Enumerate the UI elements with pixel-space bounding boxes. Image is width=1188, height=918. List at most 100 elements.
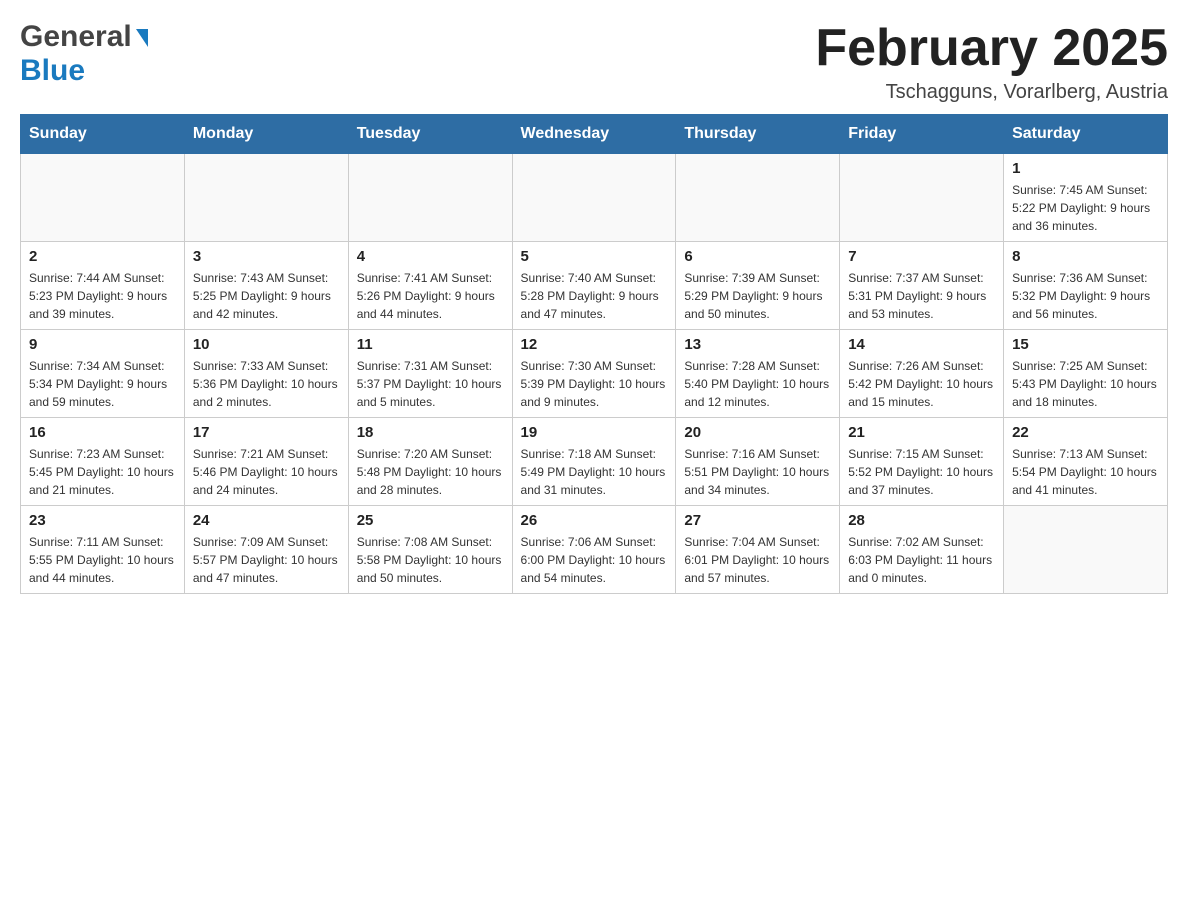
day-info: Sunrise: 7:26 AM Sunset: 5:42 PM Dayligh… [848, 357, 995, 411]
day-number: 28 [848, 512, 995, 529]
day-number: 16 [29, 424, 176, 441]
day-info: Sunrise: 7:43 AM Sunset: 5:25 PM Dayligh… [193, 269, 340, 323]
day-info: Sunrise: 7:23 AM Sunset: 5:45 PM Dayligh… [29, 445, 176, 499]
day-info: Sunrise: 7:36 AM Sunset: 5:32 PM Dayligh… [1012, 269, 1159, 323]
day-number: 22 [1012, 424, 1159, 441]
calendar-day-cell [676, 154, 840, 242]
calendar-day-cell [184, 154, 348, 242]
calendar-week-row: 1 Sunrise: 7:45 AM Sunset: 5:22 PM Daylig… [21, 154, 1168, 242]
day-number: 20 [684, 424, 831, 441]
day-of-week-header: Sunday [21, 115, 185, 154]
day-number: 3 [193, 248, 340, 265]
day-number: 19 [521, 424, 668, 441]
day-info: Sunrise: 7:44 AM Sunset: 5:23 PM Dayligh… [29, 269, 176, 323]
title-block: February 2025 Tschagguns, Vorarlberg, Au… [815, 20, 1168, 104]
day-number: 7 [848, 248, 995, 265]
day-number: 6 [684, 248, 831, 265]
day-info: Sunrise: 7:31 AM Sunset: 5:37 PM Dayligh… [357, 357, 504, 411]
calendar-day-cell: 19 Sunrise: 7:18 AM Sunset: 5:49 PM Dayli… [512, 418, 676, 506]
calendar-title: February 2025 [815, 20, 1168, 77]
calendar-day-cell: 16 Sunrise: 7:23 AM Sunset: 5:45 PM Dayli… [21, 418, 185, 506]
day-info: Sunrise: 7:33 AM Sunset: 5:36 PM Dayligh… [193, 357, 340, 411]
calendar-day-cell [840, 154, 1004, 242]
day-number: 17 [193, 424, 340, 441]
calendar-day-cell [21, 154, 185, 242]
calendar-header: SundayMondayTuesdayWednesdayThursdayFrid… [21, 115, 1168, 154]
day-of-week-header: Tuesday [348, 115, 512, 154]
calendar-day-cell: 15Sunrise: 7:25 AM Sunset: 5:43 PM Dayli… [1004, 330, 1168, 418]
calendar-week-row: 16 Sunrise: 7:23 AM Sunset: 5:45 PM Dayli… [21, 418, 1168, 506]
day-info: Sunrise: 7:08 AM Sunset: 5:58 PM Dayligh… [357, 533, 504, 587]
calendar-day-cell: 20 Sunrise: 7:16 AM Sunset: 5:51 PM Dayli… [676, 418, 840, 506]
day-info: Sunrise: 7:34 AM Sunset: 5:34 PM Dayligh… [29, 357, 176, 411]
calendar-day-cell: 12Sunrise: 7:30 AM Sunset: 5:39 PM Dayli… [512, 330, 676, 418]
calendar-day-cell: 13 Sunrise: 7:28 AM Sunset: 5:40 PM Dayli… [676, 330, 840, 418]
calendar-week-row: 23Sunrise: 7:11 AM Sunset: 5:55 PM Dayli… [21, 506, 1168, 594]
day-number: 26 [521, 512, 668, 529]
day-info: Sunrise: 7:21 AM Sunset: 5:46 PM Dayligh… [193, 445, 340, 499]
day-info: Sunrise: 7:04 AM Sunset: 6:01 PM Dayligh… [684, 533, 831, 587]
day-number: 14 [848, 336, 995, 353]
day-info: Sunrise: 7:30 AM Sunset: 5:39 PM Dayligh… [521, 357, 668, 411]
day-number: 10 [193, 336, 340, 353]
calendar-day-cell: 10 Sunrise: 7:33 AM Sunset: 5:36 PM Dayli… [184, 330, 348, 418]
calendar-day-cell: 1 Sunrise: 7:45 AM Sunset: 5:22 PM Daylig… [1004, 154, 1168, 242]
calendar-day-cell: 17 Sunrise: 7:21 AM Sunset: 5:46 PM Dayli… [184, 418, 348, 506]
calendar-day-cell: 4 Sunrise: 7:41 AM Sunset: 5:26 PM Daylig… [348, 242, 512, 330]
day-info: Sunrise: 7:37 AM Sunset: 5:31 PM Dayligh… [848, 269, 995, 323]
day-number: 25 [357, 512, 504, 529]
calendar-day-cell: 27 Sunrise: 7:04 AM Sunset: 6:01 PM Dayli… [676, 506, 840, 594]
calendar-day-cell: 5Sunrise: 7:40 AM Sunset: 5:28 PM Daylig… [512, 242, 676, 330]
calendar-day-cell: 25 Sunrise: 7:08 AM Sunset: 5:58 PM Dayli… [348, 506, 512, 594]
day-info: Sunrise: 7:18 AM Sunset: 5:49 PM Dayligh… [521, 445, 668, 499]
day-info: Sunrise: 7:02 AM Sunset: 6:03 PM Dayligh… [848, 533, 995, 587]
day-number: 27 [684, 512, 831, 529]
logo-chevron-icon [136, 29, 148, 47]
day-number: 4 [357, 248, 504, 265]
calendar-day-cell: 23Sunrise: 7:11 AM Sunset: 5:55 PM Dayli… [21, 506, 185, 594]
calendar-day-cell: 9 Sunrise: 7:34 AM Sunset: 5:34 PM Daylig… [21, 330, 185, 418]
calendar-day-cell: 22 Sunrise: 7:13 AM Sunset: 5:54 PM Dayli… [1004, 418, 1168, 506]
day-info: Sunrise: 7:28 AM Sunset: 5:40 PM Dayligh… [684, 357, 831, 411]
day-number: 13 [684, 336, 831, 353]
day-info: Sunrise: 7:45 AM Sunset: 5:22 PM Dayligh… [1012, 181, 1159, 235]
day-info: Sunrise: 7:15 AM Sunset: 5:52 PM Dayligh… [848, 445, 995, 499]
day-number: 23 [29, 512, 176, 529]
day-number: 11 [357, 336, 504, 353]
day-number: 9 [29, 336, 176, 353]
day-info: Sunrise: 7:25 AM Sunset: 5:43 PM Dayligh… [1012, 357, 1159, 411]
day-number: 1 [1012, 160, 1159, 177]
calendar-day-cell: 18Sunrise: 7:20 AM Sunset: 5:48 PM Dayli… [348, 418, 512, 506]
day-of-week-header: Wednesday [512, 115, 676, 154]
calendar-day-cell: 26Sunrise: 7:06 AM Sunset: 6:00 PM Dayli… [512, 506, 676, 594]
day-info: Sunrise: 7:41 AM Sunset: 5:26 PM Dayligh… [357, 269, 504, 323]
page-header: General Blue February 2025 Tschagguns, V… [20, 20, 1168, 104]
day-of-week-header: Monday [184, 115, 348, 154]
day-info: Sunrise: 7:39 AM Sunset: 5:29 PM Dayligh… [684, 269, 831, 323]
calendar-day-cell: 3 Sunrise: 7:43 AM Sunset: 5:25 PM Daylig… [184, 242, 348, 330]
calendar-week-row: 9 Sunrise: 7:34 AM Sunset: 5:34 PM Daylig… [21, 330, 1168, 418]
calendar-day-cell: 7 Sunrise: 7:37 AM Sunset: 5:31 PM Daylig… [840, 242, 1004, 330]
calendar-day-cell: 2 Sunrise: 7:44 AM Sunset: 5:23 PM Daylig… [21, 242, 185, 330]
calendar-day-cell [1004, 506, 1168, 594]
day-number: 24 [193, 512, 340, 529]
calendar-location: Tschagguns, Vorarlberg, Austria [815, 81, 1168, 104]
day-number: 18 [357, 424, 504, 441]
day-info: Sunrise: 7:16 AM Sunset: 5:51 PM Dayligh… [684, 445, 831, 499]
calendar-day-cell: 11 Sunrise: 7:31 AM Sunset: 5:37 PM Dayli… [348, 330, 512, 418]
day-number: 21 [848, 424, 995, 441]
day-number: 8 [1012, 248, 1159, 265]
logo: General Blue [20, 20, 148, 88]
logo-general-text: General [20, 20, 132, 54]
calendar-day-cell: 6 Sunrise: 7:39 AM Sunset: 5:29 PM Daylig… [676, 242, 840, 330]
calendar-week-row: 2 Sunrise: 7:44 AM Sunset: 5:23 PM Daylig… [21, 242, 1168, 330]
day-info: Sunrise: 7:13 AM Sunset: 5:54 PM Dayligh… [1012, 445, 1159, 499]
day-info: Sunrise: 7:40 AM Sunset: 5:28 PM Dayligh… [521, 269, 668, 323]
day-of-week-header: Friday [840, 115, 1004, 154]
day-of-week-header: Saturday [1004, 115, 1168, 154]
day-info: Sunrise: 7:09 AM Sunset: 5:57 PM Dayligh… [193, 533, 340, 587]
calendar-day-cell [512, 154, 676, 242]
calendar-table: SundayMondayTuesdayWednesdayThursdayFrid… [20, 114, 1168, 594]
day-number: 2 [29, 248, 176, 265]
calendar-day-cell: 21 Sunrise: 7:15 AM Sunset: 5:52 PM Dayli… [840, 418, 1004, 506]
